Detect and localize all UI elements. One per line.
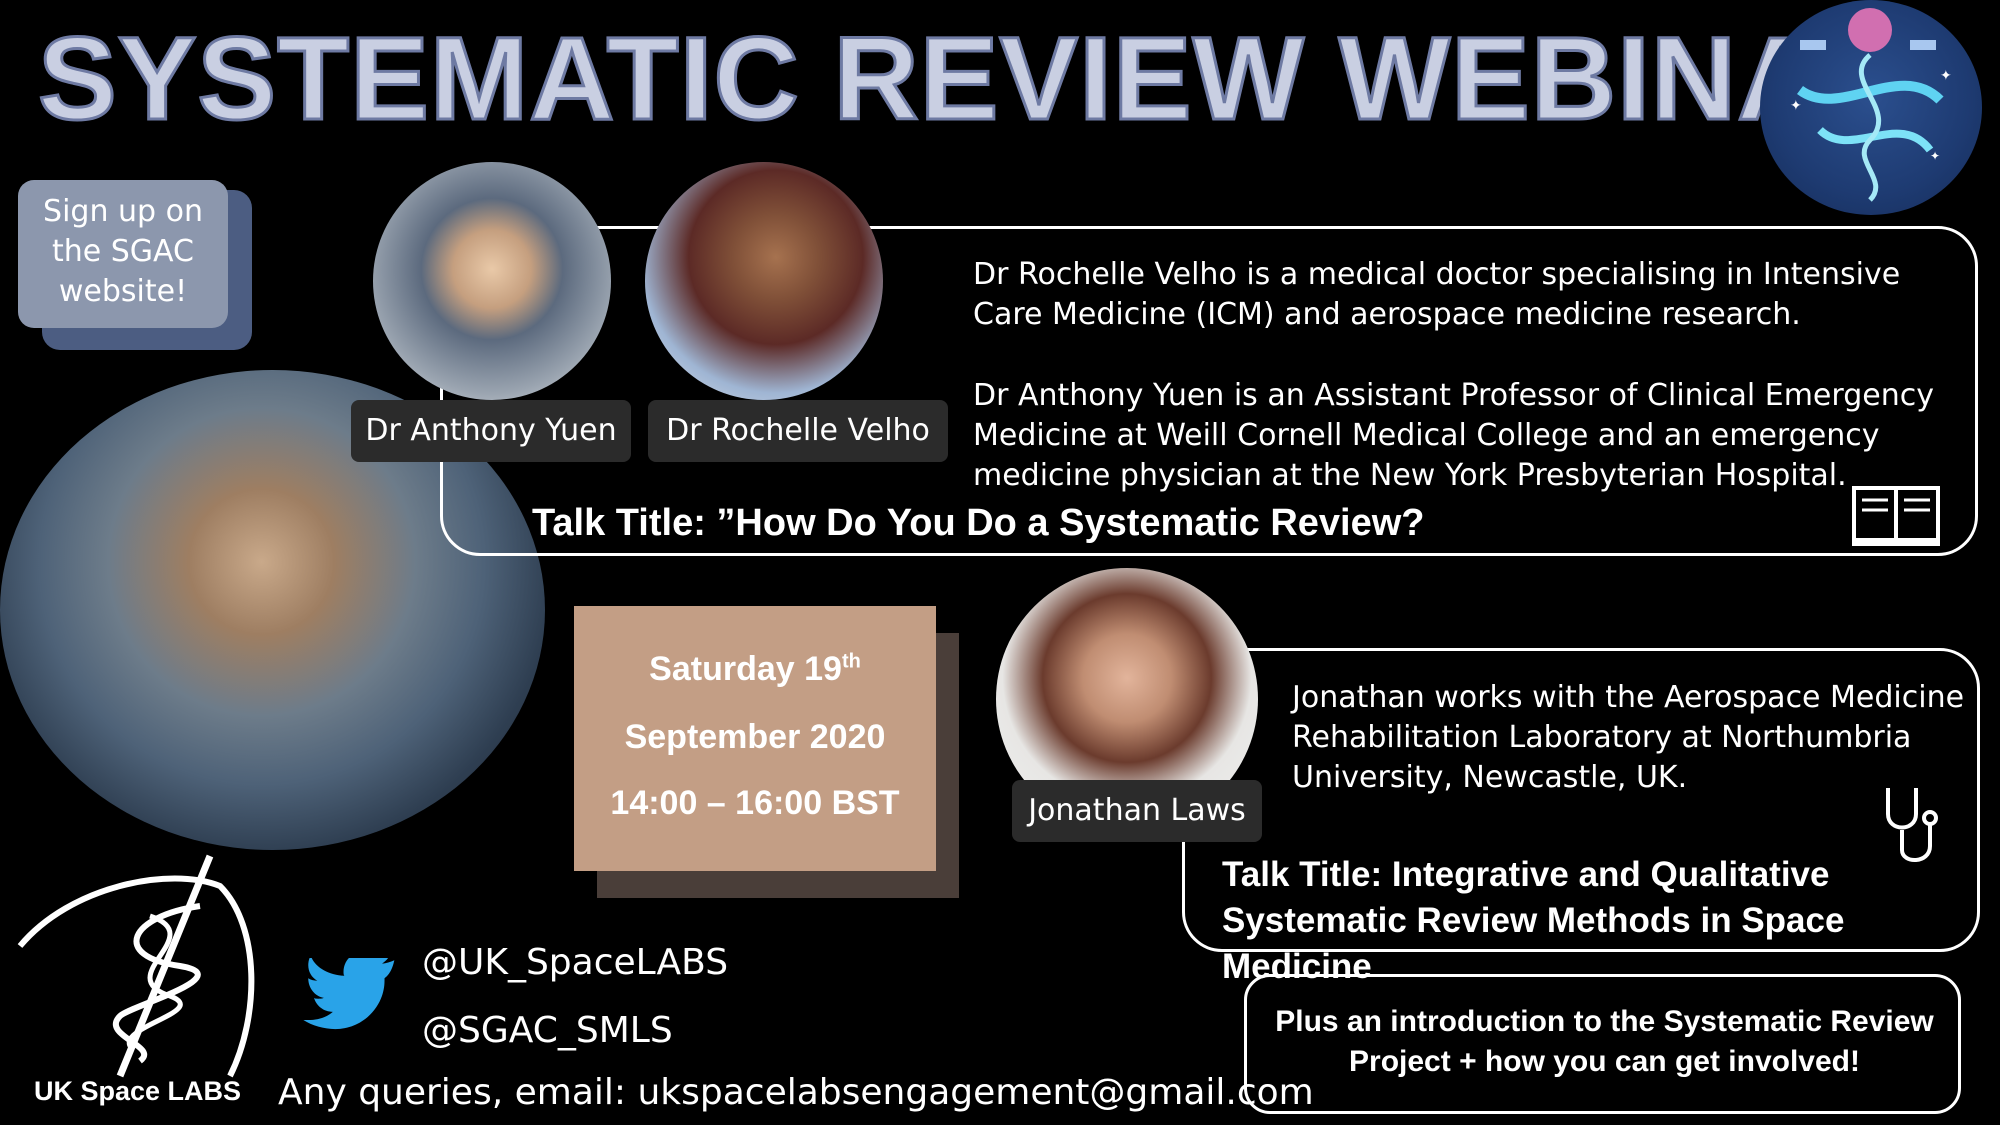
date-box: Saturday 19th September 2020 14:00 – 16:… [574, 606, 936, 871]
speaker-name-jonathan: Jonathan Laws [1012, 780, 1262, 842]
talk-title-1: Talk Title: ”How Do You Do a Systematic … [532, 502, 1425, 544]
svg-text:✦: ✦ [1940, 68, 1952, 84]
avatar-rochelle-velho [645, 162, 883, 400]
signup-button[interactable]: Sign up on the SGAC website! [18, 180, 228, 328]
speaker-name-rochelle: Dr Rochelle Velho [648, 400, 948, 462]
date-month-year: September 2020 [624, 718, 886, 756]
bio-rochelle: Dr Rochelle Velho is a medical doctor sp… [973, 257, 1901, 332]
signup-line-1: Sign up on [43, 194, 203, 229]
introduction-note: Plus an introduction to the Systematic R… [1275, 1005, 1934, 1078]
svg-text:✦: ✦ [1790, 98, 1802, 114]
book-icon [1850, 482, 1942, 548]
speaker-name-anthony: Dr Anthony Yuen [351, 400, 631, 462]
signup-line-2: the SGAC [51, 234, 194, 269]
bio-jonathan: Jonathan works with the Aerospace Medici… [1292, 680, 1965, 795]
twitter-handle-ukspacelabs[interactable]: @UK_SpaceLABS [422, 942, 728, 983]
svg-text:✦: ✦ [1930, 149, 1940, 163]
avatar-anthony-yuen [373, 162, 611, 400]
webinar-title: SYSTEMATIC REVIEW WEBINAR [37, 13, 1911, 146]
uk-space-labs-logo [10, 846, 270, 1086]
contact-email[interactable]: Any queries, email: ukspacelabsengagemen… [278, 1072, 1314, 1113]
organisation-name: UK Space LABS [34, 1076, 242, 1106]
talk-title-2: Talk Title: Integrative and Qualitative … [1222, 855, 1845, 986]
space-medicine-logo: ✦ ✦ ✦ [1760, 0, 1982, 215]
date-time: 14:00 – 16:00 BST [610, 784, 900, 822]
twitter-icon[interactable] [300, 952, 400, 1038]
signup-line-3: website! [58, 274, 188, 309]
stethoscope-icon [1880, 784, 1940, 870]
twitter-handle-sgac[interactable]: @SGAC_SMLS [422, 1010, 673, 1051]
bio-anthony: Dr Anthony Yuen is an Assistant Professo… [973, 378, 1934, 493]
date-day: Saturday 19th [649, 650, 861, 688]
